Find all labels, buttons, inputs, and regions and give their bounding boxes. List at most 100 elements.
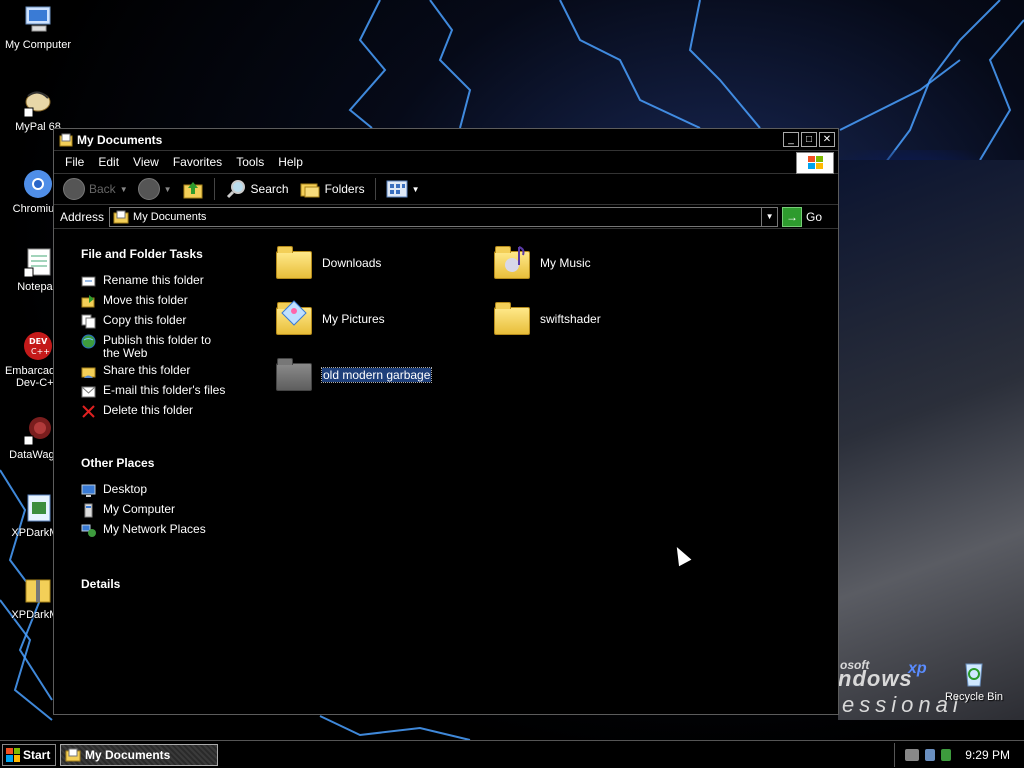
desktop-icon-label: Recycle Bin — [944, 691, 1004, 703]
folder-my-music[interactable]: My Music — [492, 239, 712, 287]
task-copy-folder[interactable]: Copy this folder — [81, 314, 264, 334]
folder-name: Downloads — [322, 256, 382, 270]
folder-name[interactable]: old modern garbage — [320, 367, 433, 383]
mypal-icon — [22, 86, 54, 118]
task-label: Move this folder — [103, 293, 188, 307]
place-my-network-places[interactable]: My Network Places — [81, 523, 264, 543]
title-bar[interactable]: My Documents _ □ ✕ — [54, 129, 838, 151]
back-dropdown-icon[interactable]: ▼ — [120, 185, 128, 194]
address-value: My Documents — [133, 210, 207, 223]
place-label: Desktop — [103, 482, 148, 496]
folder-swiftshader[interactable]: swiftshader — [492, 295, 712, 343]
menu-help[interactable]: Help — [271, 155, 310, 169]
notepad-icon — [22, 246, 54, 278]
safely-remove-icon[interactable] — [941, 749, 951, 761]
task-email-files[interactable]: E-mail this folder's files — [81, 384, 264, 404]
menu-edit[interactable]: Edit — [91, 155, 126, 169]
wallpaper-panel — [838, 160, 1024, 720]
search-label: Search — [250, 182, 289, 196]
forward-arrow-icon — [137, 178, 160, 200]
rename-icon — [81, 276, 96, 287]
close-button[interactable]: ✕ — [819, 132, 835, 147]
branding-line3: xp — [908, 660, 927, 677]
go-button[interactable]: → Go — [782, 206, 823, 227]
system-tray: 9:29 PM — [894, 743, 1024, 767]
other-places-title[interactable]: Other Places — [81, 456, 264, 470]
place-label: My Computer — [103, 502, 176, 516]
file-folder-tasks-title[interactable]: File and Folder Tasks — [81, 247, 264, 261]
go-arrow-icon: → — [782, 206, 803, 227]
file-folder-tasks: File and Folder Tasks Rename this folder… — [81, 247, 264, 424]
computer-icon — [84, 503, 93, 518]
task-label: E-mail this folder's files — [103, 383, 226, 397]
back-button[interactable]: Back ▼ — [60, 178, 131, 200]
search-button[interactable]: Search — [222, 178, 292, 200]
taskbar: Start My Documents 9:29 PM — [0, 740, 1024, 768]
up-folder-icon — [183, 182, 203, 199]
globe-icon — [81, 334, 96, 349]
menu-view[interactable]: View — [126, 155, 166, 169]
task-label: Publish this folder to the Web — [103, 333, 212, 360]
views-dropdown-icon[interactable]: ▼ — [412, 185, 420, 194]
desktop-icon-my-computer[interactable]: My Computer — [0, 4, 76, 51]
go-label: Go — [806, 209, 823, 224]
search-icon — [226, 180, 245, 199]
menu-favorites[interactable]: Favorites — [166, 155, 229, 169]
address-label: Address — [60, 209, 105, 224]
folder-name: My Pictures — [322, 312, 385, 326]
xpdarkmode-icon — [22, 492, 54, 524]
toolbar-separator — [213, 178, 215, 200]
explorer-window[interactable]: My Documents _ □ ✕ File Edit View Favori… — [53, 128, 839, 715]
details-title[interactable]: Details — [81, 577, 264, 591]
forward-dropdown-icon[interactable]: ▼ — [164, 185, 172, 194]
desktop-icon-mypal[interactable]: MyPal 68 — [0, 86, 76, 133]
email-icon — [81, 386, 96, 398]
up-folder-button[interactable] — [179, 178, 207, 200]
my-documents-icon — [113, 210, 129, 223]
folders-button[interactable]: Folders — [296, 178, 368, 200]
start-button[interactable]: Start — [2, 743, 56, 766]
keyboard-icon[interactable] — [905, 749, 919, 761]
folder-icon — [274, 355, 314, 395]
desktop-icon — [81, 484, 96, 497]
address-input[interactable]: My Documents ▼ — [109, 206, 779, 227]
menu-file[interactable]: File — [58, 155, 91, 169]
task-delete-folder[interactable]: Delete this folder — [81, 404, 264, 424]
my-documents-icon — [65, 748, 81, 761]
desktop-icon-recycle-bin[interactable]: Recycle Bin — [936, 656, 1012, 703]
folders-icon — [300, 183, 320, 198]
task-pane: File and Folder Tasks Rename this folder… — [54, 231, 264, 714]
place-my-computer[interactable]: My Computer — [81, 503, 264, 523]
taskbar-item-my-documents[interactable]: My Documents — [60, 743, 218, 766]
place-label: My Network Places — [103, 522, 206, 536]
place-desktop[interactable]: Desktop — [81, 483, 264, 503]
task-rename-folder[interactable]: Rename this folder — [81, 274, 264, 294]
my-computer-icon — [22, 4, 54, 36]
task-label: Copy this folder — [103, 313, 187, 327]
minimize-button[interactable]: _ — [783, 132, 799, 147]
desktop-icon-label: My Computer — [4, 39, 72, 51]
recycle-bin-icon — [958, 656, 990, 688]
views-icon — [386, 180, 408, 198]
task-share-folder[interactable]: Share this folder — [81, 364, 264, 384]
folders-label: Folders — [324, 182, 365, 196]
my-documents-icon — [59, 133, 73, 146]
forward-button[interactable]: ▼ — [135, 178, 175, 200]
folder-my-pictures[interactable]: My Pictures — [274, 295, 494, 343]
task-move-folder[interactable]: Move this folder — [81, 294, 264, 314]
clock[interactable]: 9:29 PM — [965, 748, 1010, 762]
menu-tools[interactable]: Tools — [229, 155, 271, 169]
maximize-button[interactable]: □ — [801, 132, 817, 147]
network-tray-icon[interactable] — [925, 749, 935, 761]
toolbar-separator — [374, 178, 376, 200]
address-dropdown-icon[interactable]: ▼ — [761, 207, 777, 226]
views-button[interactable]: ▼ — [383, 180, 423, 198]
toolbar: Back ▼ ▼ Search Folders ▼ — [54, 174, 838, 205]
task-label: Delete this folder — [103, 403, 194, 417]
delete-icon — [82, 405, 95, 418]
folder-downloads[interactable]: Downloads — [274, 239, 494, 287]
devcpp-icon: DEV C++ — [22, 330, 54, 362]
taskbar-item-label: My Documents — [85, 747, 171, 762]
task-publish-folder[interactable]: Publish this folder to the Web — [81, 334, 264, 360]
folder-old-modern-garbage[interactable]: old modern garbage — [274, 351, 494, 399]
